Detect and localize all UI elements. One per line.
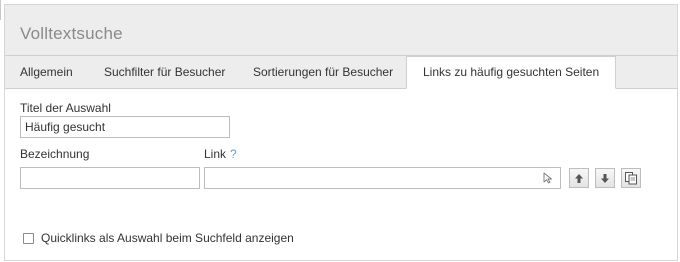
panel-title: Volltextsuche: [20, 24, 123, 43]
link-input[interactable]: [204, 167, 561, 189]
quicklinks-checkbox-label[interactable]: Quicklinks als Auswahl beim Suchfeld anz…: [41, 231, 294, 245]
link-help-icon[interactable]: ?: [230, 147, 237, 161]
arrow-down-icon: [601, 173, 609, 183]
tab-bar: Allgemein Suchfilter für Besucher Sortie…: [5, 56, 677, 89]
fulltext-search-panel: Volltextsuche Allgemein Suchfilter für B…: [4, 4, 678, 261]
panel-header: Volltextsuche: [5, 5, 677, 56]
designation-label: Bezeichnung: [20, 147, 90, 161]
copy-button[interactable]: [621, 168, 641, 188]
selection-title-label: Titel der Auswahl: [20, 101, 111, 115]
copy-icon: [625, 172, 637, 185]
move-down-button[interactable]: [595, 168, 615, 188]
link-label-text: Link: [204, 147, 227, 161]
move-up-button[interactable]: [569, 168, 589, 188]
arrow-up-icon: [575, 173, 583, 183]
page-edge-rule: [0, 0, 1, 20]
designation-input[interactable]: [20, 167, 200, 189]
tab-allgemein[interactable]: Allgemein: [20, 56, 73, 88]
quicklinks-checkbox[interactable]: [23, 233, 34, 244]
tab-sortierungen[interactable]: Sortierungen für Besucher: [253, 56, 393, 88]
tab-suchfilter[interactable]: Suchfilter für Besucher: [104, 56, 225, 88]
link-label: Link?: [204, 147, 237, 161]
tab-links-haeufig-gesucht[interactable]: Links zu häufig gesuchten Seiten: [406, 56, 617, 89]
cursor-arrow-icon[interactable]: [542, 172, 554, 184]
selection-title-input[interactable]: Häufig gesucht: [20, 116, 230, 138]
